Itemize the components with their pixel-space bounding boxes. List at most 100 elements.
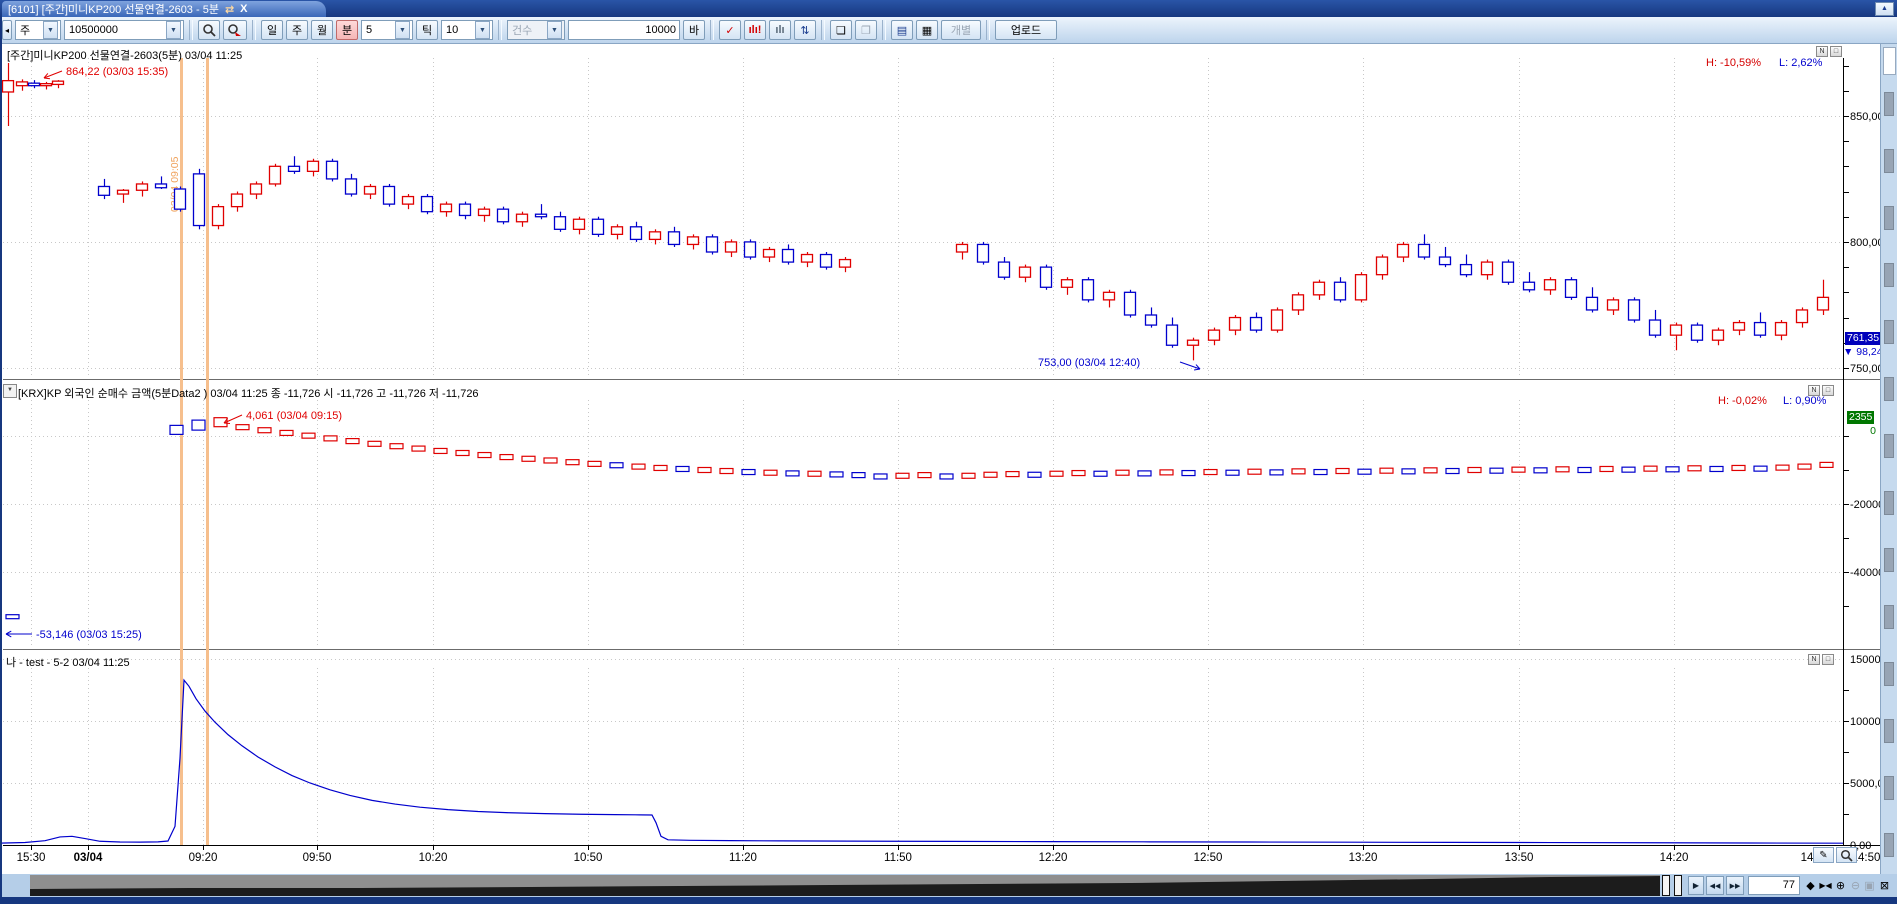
panel1-normal-button[interactable]: N (1816, 46, 1828, 57)
panel3-maximize-button[interactable]: □ (1822, 654, 1834, 665)
scrollbar-mark[interactable] (1884, 719, 1894, 743)
scrollbar-mark[interactable] (1884, 662, 1894, 686)
line-check-style-button[interactable]: ✓ (719, 20, 741, 40)
go-to-end-icon[interactable]: ▶◀ (1818, 876, 1833, 895)
tick-button[interactable]: 틱 (416, 20, 438, 40)
chart-area[interactable] (0, 44, 1881, 874)
price-change: ▼ 98,24 (1843, 346, 1883, 358)
panel3-normal-button[interactable]: N (1808, 654, 1820, 665)
search-icon (202, 23, 216, 37)
range-handle-left[interactable] (1662, 875, 1670, 896)
indicator-value-badge: 2355 (1847, 411, 1874, 424)
range-handle-right[interactable] (1674, 875, 1682, 896)
individual-button: 개별 (941, 20, 981, 40)
bar-style-button[interactable]: ılı (769, 20, 791, 40)
chart-toolbar: ◂ 주▼ 10500000▼ 일 주 월 분 5▼ 틱 10▼ 건수▼ 1000… (0, 17, 1897, 44)
play-button[interactable]: ▶ (1688, 876, 1704, 895)
scrollbar-top-box[interactable] (1883, 47, 1896, 75)
gray-bars-icon: ılı (775, 24, 784, 36)
scrollbar-mark[interactable] (1884, 833, 1894, 857)
draw-tool-button[interactable]: ✎ (1813, 847, 1834, 863)
document-icon: ❏ (836, 24, 846, 37)
scrollbar-mark[interactable] (1884, 491, 1894, 515)
zoom-tool-button[interactable] (1836, 847, 1857, 863)
search-arrow-icon (227, 23, 243, 37)
zoom-in-icon[interactable]: ⊕ (1833, 876, 1848, 895)
chevron-down-icon[interactable]: ▼ (475, 21, 490, 39)
panel2-collapse-icon[interactable]: ▼ (3, 384, 17, 398)
panel2-header: [KRX]KP 외국인 순매수 금액(5분Data2 ) 03/04 11:25… (18, 385, 479, 401)
scrollbar-mark[interactable] (1884, 605, 1894, 629)
tab-title: [6101] [주간]미니KP200 선물연결-2603 - 5분 (8, 1, 219, 17)
scrollbar-mark[interactable] (1884, 263, 1894, 287)
panel2-normal-button[interactable]: N (1808, 385, 1820, 396)
grid-icon: ▦ (922, 24, 932, 37)
check-icon: ✓ (725, 24, 734, 37)
zoom-out-icon[interactable]: ⊖ (1848, 876, 1863, 895)
bar-count-input[interactable]: 10000 (568, 20, 680, 40)
scrollbar-mark[interactable] (1884, 206, 1894, 230)
toolbar-collapse-button[interactable]: ◂ (2, 20, 12, 40)
grid-settings-button[interactable]: ▦ (916, 20, 938, 40)
chevron-down-icon[interactable]: ▼ (43, 21, 58, 39)
title-bar: [6101] [주간]미니KP200 선물연결-2603 - 5분 ⇄ X ▲ (0, 0, 1897, 17)
scrollbar-mark[interactable] (1884, 776, 1894, 800)
period-day-button[interactable]: 일 (261, 20, 283, 40)
fast-forward-button[interactable]: ▶▶ (1726, 876, 1744, 895)
panel1-maximize-button[interactable]: □ (1830, 46, 1842, 57)
volume-style-button[interactable]: ılı! (744, 20, 766, 40)
tick-value-select[interactable]: 10▼ (441, 20, 493, 40)
period-select[interactable]: 주▼ (15, 20, 61, 40)
minute-value-select[interactable]: 5▼ (361, 20, 413, 40)
panel1-low-percent: L: 2,62% (1779, 57, 1822, 69)
search-button[interactable] (198, 20, 220, 40)
toolbar-separator (710, 20, 714, 40)
rewind-button[interactable]: ◀◀ (1706, 876, 1724, 895)
red-bars-icon: ılı! (749, 24, 762, 36)
panel3-header: 나 - test - 5-2 03/04 11:25 (6, 654, 130, 670)
pencil-icon: ✎ (1819, 850, 1827, 861)
window-scroll-up-button[interactable]: ▲ (1875, 2, 1894, 16)
magnifier-icon (1840, 849, 1853, 862)
panel1-header: [주간]미니KP200 선물연결-2603(5분) 03/04 11:25 (7, 47, 242, 63)
frame-icon[interactable]: ▣ (1862, 876, 1877, 895)
chevron-down-icon: ▼ (547, 21, 562, 39)
panel1-high-percent: H: -10,59% (1706, 57, 1761, 69)
tab-close-icon[interactable]: X (240, 3, 247, 15)
upload-button[interactable]: 업로드 (995, 20, 1057, 40)
status-bar: ▶ ◀◀ ▶▶ 77 ◆ ▶◀ ⊕ ⊖ ▣ ⊠ (0, 874, 1897, 897)
right-scrollbar[interactable] (1880, 44, 1897, 874)
search-jump-button[interactable] (223, 20, 247, 40)
close-chart-icon[interactable]: ⊠ (1877, 876, 1892, 895)
count-select: 건수▼ (507, 20, 565, 40)
sort-updown-button[interactable]: ⇅ (794, 20, 816, 40)
toolbar-separator (986, 20, 990, 40)
toolbar-separator (189, 20, 193, 40)
period-week-button[interactable]: 주 (286, 20, 308, 40)
code-combo[interactable]: 10500000▼ (64, 20, 184, 40)
scrollbar-mark[interactable] (1884, 92, 1894, 116)
period-month-button[interactable]: 월 (311, 20, 333, 40)
window-bottom-edge (0, 897, 1897, 904)
scrollbar-mark[interactable] (1884, 548, 1894, 572)
panel2-maximize-button[interactable]: □ (1822, 385, 1834, 396)
chart-tab[interactable]: [6101] [주간]미니KP200 선물연결-2603 - 5분 ⇄ X (2, 1, 326, 17)
chart-application-window: [6101] [주간]미니KP200 선물연결-2603 - 5분 ⇄ X ▲ … (0, 0, 1897, 904)
bar-position-input[interactable]: 77 (1748, 876, 1800, 895)
report-button[interactable]: ▤ (891, 20, 913, 40)
scrollbar-mark[interactable] (1884, 320, 1894, 344)
fit-width-icon[interactable]: ◆ (1803, 876, 1818, 895)
scrollbar-mark[interactable] (1884, 434, 1894, 458)
capture-button: ❐ (855, 20, 877, 40)
scrollbar-mark[interactable] (1884, 377, 1894, 401)
new-chart-button[interactable]: ❏ (830, 20, 852, 40)
navigation-minimap[interactable] (30, 875, 1660, 896)
period-minute-button[interactable]: 분 (336, 20, 358, 40)
scrollbar-mark[interactable] (1884, 149, 1894, 173)
tab-swap-icon[interactable]: ⇄ (225, 3, 234, 16)
chevron-down-icon[interactable]: ▼ (166, 21, 181, 39)
current-price-badge: 761,35 (1845, 332, 1881, 345)
panel2-low-percent: L: 0,90% (1783, 395, 1826, 407)
bar-button[interactable]: 바 (683, 20, 705, 40)
chevron-down-icon[interactable]: ▼ (395, 21, 410, 39)
